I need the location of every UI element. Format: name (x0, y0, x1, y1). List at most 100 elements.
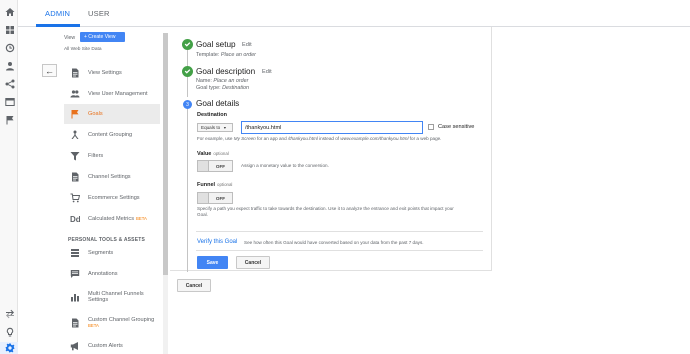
destination-input[interactable]: /thankyou.html (241, 121, 423, 134)
goal-description-edit-link[interactable]: Edit (262, 69, 272, 75)
goal-setup-title: Goal setup (196, 40, 236, 49)
value-toggle[interactable]: OFF (197, 160, 233, 172)
document-icon (69, 318, 80, 329)
view-name: All Web Site Data (64, 47, 102, 52)
nav-item-label: Channel Settings (88, 173, 131, 180)
flag-icon (69, 109, 80, 120)
attribution-icon[interactable] (4, 308, 15, 319)
checkmark-icon (182, 39, 193, 50)
goal-setup-edit-link[interactable]: Edit (242, 42, 252, 48)
bar-chart-icon (69, 292, 80, 303)
document-icon (69, 68, 80, 79)
comment-icon (69, 269, 80, 280)
goal-setup-summary: Template: Place an order (196, 52, 256, 59)
help-example: www.example.com/thankyou.html (340, 136, 409, 141)
discover-lightbulb-icon[interactable] (4, 326, 15, 337)
create-view-button[interactable]: + Create View (80, 32, 125, 42)
nav-item-custom-alerts[interactable]: Custom Alerts (64, 336, 160, 354)
admin-tab-bar: ADMIN USER (18, 0, 690, 27)
audience-person-icon[interactable] (4, 60, 15, 71)
document-icon (69, 172, 80, 183)
nav-item-label: Segments (88, 249, 114, 256)
nav-item-custom-channel-grouping[interactable]: Custom Channel Grouping BETA (64, 311, 160, 335)
help-text: Specify a path you expect traffic to tak… (197, 206, 454, 211)
nav-item-label: Custom Channel Grouping BETA (88, 317, 154, 330)
nav-item-segments[interactable]: Segments (64, 243, 160, 263)
nav-item-goals[interactable]: Goals (64, 104, 160, 124)
nav-item-filters[interactable]: Filters (64, 146, 160, 166)
help-text: for an app and (257, 136, 287, 141)
verify-goal-link[interactable]: Verify this Goal (197, 239, 237, 245)
behavior-icon[interactable] (4, 96, 15, 107)
case-sensitive-checkbox[interactable] (428, 124, 434, 130)
goal-description-title: Goal description (196, 67, 256, 76)
nav-item-label: View User Management (88, 90, 148, 97)
nav-item-line1: Multi Channel Funnels (88, 290, 144, 297)
match-type-value: Equals to (201, 125, 221, 130)
optional-tag: optional (213, 151, 229, 156)
nav-item-content-grouping[interactable]: Content Grouping (64, 125, 160, 145)
value-label: Value optional (197, 151, 229, 157)
funnel-help-text: Specify a path you expect traffic to tak… (197, 206, 487, 218)
admin-gear-icon[interactable] (4, 342, 15, 353)
nav-item-view-user-management[interactable]: View User Management (64, 84, 160, 104)
customization-icon[interactable] (4, 24, 15, 35)
funnel-label: Funnel optional (197, 182, 232, 188)
back-arrow-icon: ← (45, 65, 54, 76)
nav-item-label: Multi Channel Funnels Settings (88, 291, 144, 304)
nav-item-multi-channel-funnels[interactable]: Multi Channel Funnels Settings (64, 285, 160, 309)
left-rail (0, 0, 18, 354)
person-tree-icon (69, 130, 80, 141)
help-text: instead of (319, 136, 340, 141)
nav-item-calculated-metrics[interactable]: Dd Calculated Metrics BETA (64, 209, 160, 229)
goal-name-value: Place an order (213, 78, 249, 84)
help-example: /thankyou.html (287, 136, 318, 141)
value-label-text: Value (197, 151, 212, 157)
destination-help-text: For example, use My Screen for an app an… (197, 136, 441, 142)
nav-item-label: Goals (88, 110, 103, 117)
svg-text:Dd: Dd (70, 215, 80, 224)
step-connector (187, 108, 188, 272)
toggle-knob (198, 193, 209, 203)
checkmark-icon (182, 66, 193, 77)
nav-item-text: Custom Channel Grouping (88, 316, 155, 323)
toggle-state: OFF (209, 161, 232, 171)
help-example: My Screen (233, 136, 256, 141)
app-frame: ADMIN USER View + Create View All Web Si… (0, 0, 690, 354)
wizard-cancel-button[interactable]: Cancel (177, 279, 211, 292)
people-icon (69, 89, 80, 100)
step-connector (187, 77, 188, 97)
acquisition-icon[interactable] (4, 78, 15, 89)
filter-icon (69, 151, 80, 162)
help-text: Goal. (197, 212, 208, 217)
conversions-flag-icon[interactable] (4, 114, 15, 125)
home-icon[interactable] (4, 6, 15, 17)
create-view-label: + Create View (84, 34, 116, 40)
step-connector (187, 50, 188, 67)
goal-wizard-panel (170, 27, 492, 271)
goal-details-title: Goal details (196, 99, 240, 108)
realtime-clock-icon[interactable] (4, 42, 15, 53)
details-cancel-button[interactable]: Cancel (236, 256, 270, 269)
save-button[interactable]: Save (197, 256, 228, 269)
tab-admin[interactable]: ADMIN (45, 9, 70, 18)
nav-scrollbar-thumb[interactable] (163, 33, 168, 275)
nav-item-label: Calculated Metrics BETA (88, 216, 147, 223)
nav-item-ecommerce-settings[interactable]: Ecommerce Settings (64, 188, 160, 208)
nav-item-channel-settings[interactable]: Channel Settings (64, 167, 160, 187)
active-tab-indicator (36, 24, 80, 27)
funnel-toggle[interactable]: OFF (197, 192, 233, 204)
tab-user[interactable]: USER (88, 9, 110, 18)
nav-item-label: Annotations (88, 270, 118, 277)
divider (196, 231, 483, 232)
nav-item-view-settings[interactable]: View Settings (64, 63, 160, 83)
help-text: For example, use (197, 136, 233, 141)
match-type-select[interactable]: Equals to ▼ (197, 123, 233, 132)
back-arrow-button[interactable]: ← (42, 64, 57, 77)
goal-name-label: Name: (196, 78, 212, 84)
help-text: for a web page. (409, 136, 442, 141)
nav-item-annotations[interactable]: Annotations (64, 264, 160, 284)
toggle-state: OFF (209, 193, 232, 203)
toggle-knob (198, 161, 209, 171)
goal-description-summary: Name: Place an order Goal type: Destinat… (196, 78, 249, 91)
